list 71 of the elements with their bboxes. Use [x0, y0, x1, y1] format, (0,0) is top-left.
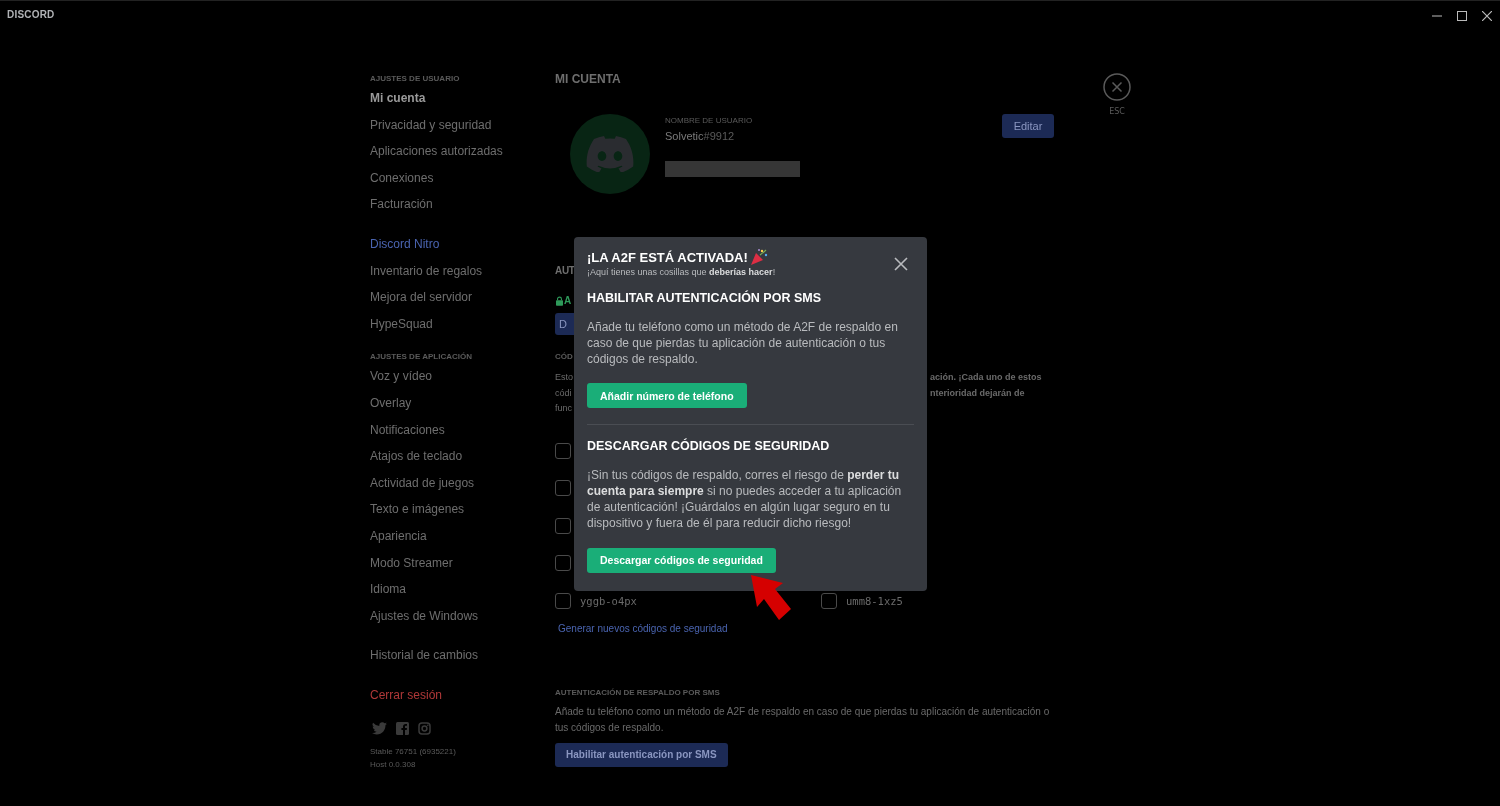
checkbox[interactable]	[821, 592, 837, 609]
description-text: ación. ¡Cada uno de estos	[930, 371, 1042, 384]
section-header: AUTENTICACIÓN DE RESPALDO POR SMS	[555, 687, 720, 697]
sidebar-item[interactable]: Idioma	[370, 576, 407, 603]
checkbox[interactable]	[555, 442, 571, 459]
sidebar-item[interactable]: Discord Nitro	[370, 230, 440, 258]
description-text: códi	[555, 386, 572, 400]
sidebar-item[interactable]: Privacidad y seguridad	[370, 111, 492, 139]
section-heading: DESCARGAR CÓDIGOS DE SEGURIDAD	[587, 439, 830, 454]
close-button[interactable]	[894, 257, 908, 271]
sidebar-item[interactable]: Apariencia	[370, 522, 427, 550]
sidebar-item[interactable]: Historial de cambios	[370, 642, 479, 669]
maximize-icon[interactable]	[1457, 10, 1467, 21]
status-text: A	[564, 295, 572, 306]
sidebar-item[interactable]: Atajos de teclado	[370, 443, 463, 470]
section-heading: HABILITAR AUTENTICACIÓN POR SMS	[587, 291, 822, 305]
checkbox[interactable]	[555, 517, 571, 534]
checkbox[interactable]	[555, 555, 571, 571]
sidebar-item[interactable]: Ajustes de Windows	[370, 602, 479, 630]
sidebar-item[interactable]: Cerrar sesión	[370, 681, 443, 709]
sidebar-item[interactable]: Mejora del servidor	[370, 284, 473, 311]
section-heading: AUT	[555, 265, 575, 276]
disable-button[interactable]: D	[555, 313, 574, 335]
enable-sms-button[interactable]: Habilitar autenticación por SMS	[555, 742, 728, 767]
backup-code: umm8-1xz5	[846, 594, 903, 607]
lock-icon	[556, 295, 563, 306]
bird-icon[interactable]	[372, 722, 387, 736]
sidebar-item[interactable]: Inventario de regalos	[370, 257, 483, 285]
description-text: Esto	[555, 371, 573, 384]
description-text: func	[555, 402, 572, 415]
section-header: AJUSTES DE APLICACIÓN	[370, 351, 472, 364]
camera-icon[interactable]	[418, 722, 431, 736]
sidebar-item[interactable]: Conexiones	[370, 164, 434, 192]
codes-label: CÓD	[555, 352, 573, 361]
controller-face-icon	[586, 136, 634, 172]
discriminator: #9912	[703, 130, 735, 142]
action-button[interactable]: Añadir número de teléfono	[587, 383, 747, 409]
f-logo-icon[interactable]	[396, 722, 409, 736]
close-icon[interactable]	[1482, 10, 1492, 21]
party-popper-icon	[749, 248, 768, 266]
sidebar-item[interactable]: Overlay	[370, 389, 412, 417]
sidebar-item[interactable]: Notificaciones	[370, 416, 445, 444]
action-button[interactable]: Descargar códigos de seguridad	[587, 547, 776, 573]
page-title: MI CUENTA	[555, 72, 621, 86]
sidebar-item[interactable]: Texto e imágenes	[370, 496, 465, 523]
modal-subtitle: ¡Aquí tienes unas cosillas que deberías hacer!	[587, 267, 776, 277]
generate-codes-link[interactable]: Generar nuevos códigos de seguridad	[558, 622, 728, 634]
version-text: Stable 76751 (6935221)	[370, 746, 456, 759]
description-text: nterioridad dejarán de	[930, 386, 1025, 400]
section-header: AJUSTES DE USUARIO	[370, 73, 460, 85]
sidebar-item[interactable]: Voz y vídeo	[370, 363, 433, 390]
sidebar-item[interactable]: HypeSquad	[370, 310, 433, 338]
modal-title: ¡LA A2F ESTÁ ACTIVADA!	[587, 249, 748, 265]
description-text: Añade tu teléfono como un método de A2F de respaldo en caso de que pierdas tu aplicación de autenticación o tus códigos de respaldo.	[555, 704, 1051, 735]
description-text: ¡Sin tus códigos de respaldo, corres el riesgo de perder tu cuenta para siempre si no puedes acceder a tu aplicación de autenticación! ¡Guárdalos en algún lugar seguro en tu dispositivo y fuera de él para reducir dicho riesgo!	[587, 468, 903, 532]
app-logo: DISCORD	[7, 9, 55, 20]
checkbox[interactable]	[555, 592, 571, 609]
checkbox[interactable]	[555, 480, 571, 496]
sidebar-item[interactable]: Facturación	[370, 191, 433, 218]
username: Solvetic	[665, 130, 704, 142]
sidebar-item[interactable]: Actividad de juegos	[370, 469, 475, 497]
sidebar-item[interactable]: Aplicaciones autorizadas	[370, 138, 503, 165]
sidebar-item[interactable]: Modo Streamer	[370, 549, 453, 577]
field-label: NOMBRE DE USUARIO	[665, 116, 754, 125]
sidebar-item[interactable]: Mi cuenta	[370, 85, 426, 112]
description-text: Añade tu teléfono como un método de A2F de respaldo en caso de que pierdas tu aplicación de autenticación o tus códigos de respaldo.	[587, 320, 899, 368]
version-text: Host 0.0.308	[370, 759, 416, 772]
edit-button[interactable]: Editar	[1002, 114, 1054, 138]
backup-code: yggb-o4px	[580, 594, 637, 607]
pointer-arrow	[749, 573, 793, 623]
esc-label: ESC	[1109, 107, 1125, 116]
